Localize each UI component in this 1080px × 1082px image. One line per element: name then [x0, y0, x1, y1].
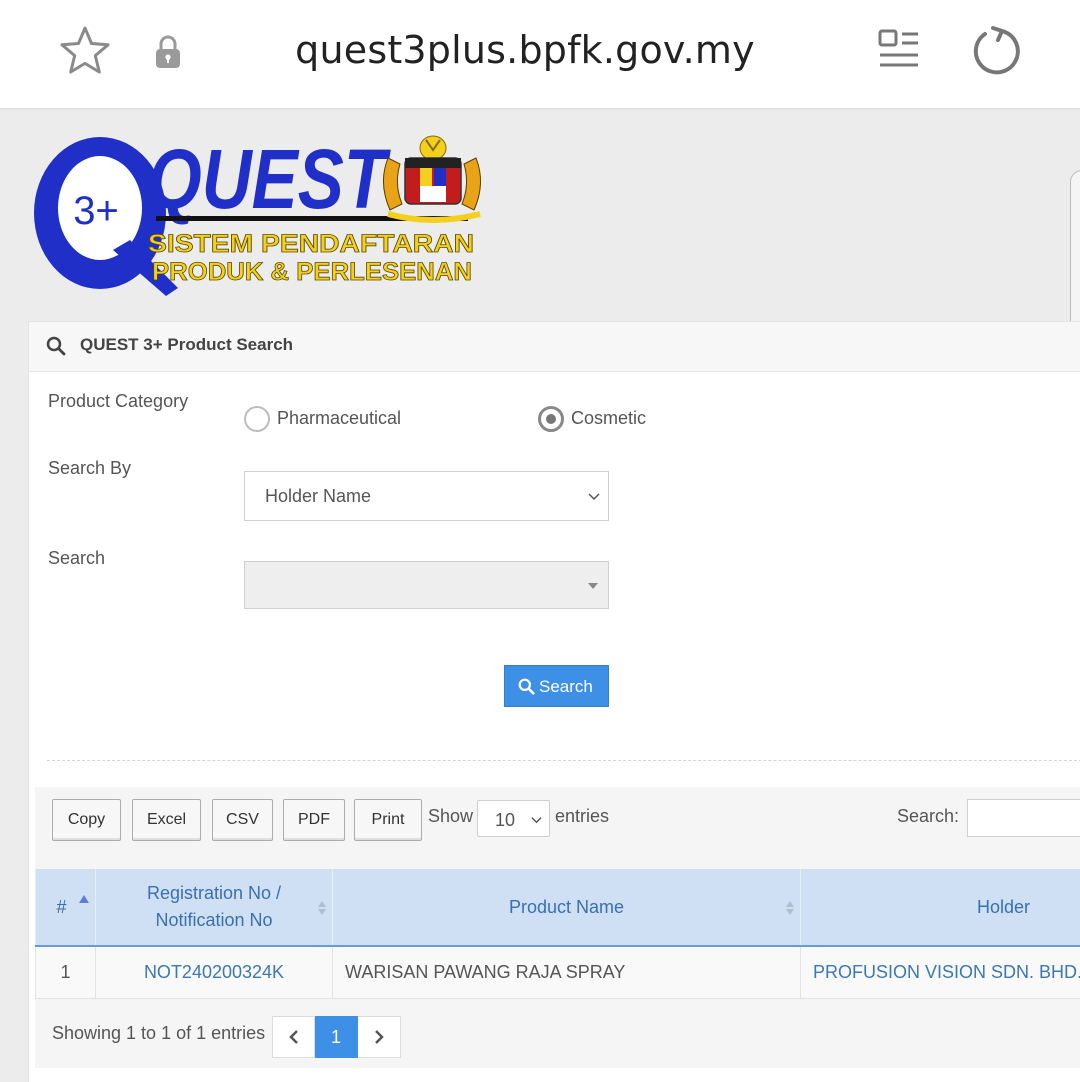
logo-word: QUEST — [148, 132, 391, 226]
column-header-number[interactable]: # — [35, 869, 96, 947]
pdf-button[interactable]: PDF — [283, 799, 345, 841]
divider — [47, 760, 1080, 761]
holder-text[interactable]: PROFUSION VISION SDN. BHD. — [813, 962, 1080, 982]
star-icon[interactable] — [58, 24, 112, 78]
holder-link[interactable]: PROFUSION VISION SDN. BHD. — [800, 946, 1080, 999]
quest-logo: 3+ QUEST SISTEM PENDAFTARAN PRODUK & PER… — [34, 132, 481, 296]
browser-toolbar: quest3plus.bpfk.gov.my — [0, 0, 1080, 110]
sort-icon — [318, 901, 326, 915]
product-search-panel: QUEST 3+ Product Search Product Category… — [28, 321, 1080, 1082]
dropdown-arrow-icon — [588, 583, 598, 589]
column-header-product-name-label: Product Name — [508, 896, 625, 917]
show-label: Show — [428, 806, 474, 826]
table-filter-input[interactable] — [967, 799, 1080, 837]
entries-length-select[interactable]: 10 — [477, 800, 550, 837]
radio-pharmaceutical-label[interactable]: Pharmaceutical — [277, 408, 401, 429]
search-label: Search — [48, 548, 106, 568]
search-button[interactable]: Search — [504, 665, 609, 707]
sort-ascending-icon — [79, 895, 89, 903]
address-bar-url[interactable]: quest3plus.bpfk.gov.my — [250, 28, 800, 72]
chevron-down-icon — [531, 817, 542, 824]
column-header-registration-label: Registration No / Notification No — [146, 883, 282, 930]
entries-length-value: 10 — [495, 810, 516, 830]
table-filter-label: Search: — [897, 806, 960, 826]
registration-no-text[interactable]: NOT240200324K — [144, 962, 284, 982]
coat-of-arms-icon — [383, 135, 481, 223]
print-button[interactable]: Print — [354, 799, 422, 841]
panel-header: QUEST 3+ Product Search — [29, 322, 1080, 372]
csv-button[interactable]: CSV — [212, 799, 273, 841]
column-header-holder[interactable]: Holder — [800, 869, 1080, 947]
search-button-label: Search — [539, 677, 593, 696]
product-category-label: Product Category — [48, 391, 189, 411]
excel-button[interactable]: Excel — [132, 799, 201, 841]
radio-pharmaceutical[interactable] — [244, 406, 270, 432]
search-by-label: Search By — [48, 458, 132, 478]
copy-button[interactable]: Copy — [52, 799, 121, 841]
table-row: 1 NOT240200324K WARISAN PAWANG RAJA SPRA… — [35, 946, 1080, 999]
chevron-right-icon — [375, 1030, 384, 1044]
chevron-down-icon — [588, 493, 600, 501]
search-combobox[interactable] — [244, 561, 609, 609]
logo-line1: SISTEM PENDAFTARAN — [148, 230, 474, 258]
column-header-holder-label: Holder — [977, 896, 1031, 917]
pagination: 1 — [272, 1016, 401, 1058]
radio-cosmetic-label[interactable]: Cosmetic — [571, 408, 646, 429]
table-header-row: # Registration No / Notification No Prod… — [35, 869, 1080, 947]
column-header-product-name[interactable]: Product Name — [332, 869, 801, 947]
lock-icon[interactable] — [153, 34, 183, 70]
product-name-cell: WARISAN PAWANG RAJA SPRAY — [332, 946, 801, 999]
column-header-registration[interactable]: Registration No / Notification No — [95, 869, 333, 947]
previous-page-button[interactable] — [272, 1016, 315, 1058]
search-by-value: Holder Name — [265, 486, 372, 506]
registration-no-link[interactable]: NOT240200324K — [95, 946, 333, 999]
next-page-button[interactable] — [358, 1016, 401, 1058]
chevron-left-icon — [289, 1030, 298, 1044]
logo-line2: PRODUK & PERLESENAN — [152, 258, 472, 286]
reader-mode-icon[interactable] — [876, 28, 922, 72]
results-table: # Registration No / Notification No Prod… — [35, 869, 1080, 999]
entries-label: entries — [555, 806, 610, 826]
results-table-wrapper: Copy Excel CSV PDF Print Show 10 entries… — [35, 787, 1080, 1068]
search-icon — [46, 336, 66, 356]
logo-badge: 3+ — [73, 189, 119, 233]
reload-icon[interactable] — [968, 24, 1024, 78]
row-number: 1 — [35, 946, 96, 999]
panel-title: QUEST 3+ Product Search — [80, 335, 294, 354]
search-by-select[interactable]: Holder Name — [244, 471, 609, 521]
search-icon — [518, 678, 535, 695]
page-button-current[interactable]: 1 — [315, 1016, 358, 1058]
table-info: Showing 1 to 1 of 1 entries — [52, 1023, 266, 1043]
column-header-number-label: # — [56, 896, 67, 917]
sort-icon — [786, 901, 794, 915]
radio-cosmetic[interactable] — [538, 406, 564, 432]
